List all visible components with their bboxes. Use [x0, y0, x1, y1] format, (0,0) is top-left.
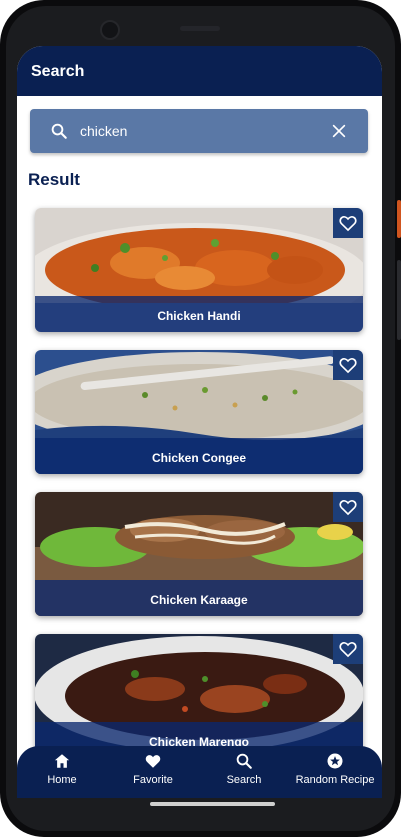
- search-icon: [51, 123, 67, 139]
- close-icon[interactable]: [331, 123, 347, 139]
- system-home-indicator[interactable]: [150, 802, 275, 806]
- star-circle-icon: [327, 753, 343, 769]
- power-button[interactable]: [397, 200, 401, 238]
- recipe-title: Chicken Karaage: [150, 593, 248, 607]
- app-bar: Search: [17, 46, 382, 96]
- search-icon: [236, 753, 252, 769]
- nav-label: Favorite: [133, 774, 173, 786]
- search-input[interactable]: chicken: [80, 123, 127, 139]
- recipe-title: Chicken Handi: [157, 309, 241, 323]
- search-field[interactable]: chicken: [30, 109, 368, 153]
- app-screen: Search chicken Result Chicken Handi Chic…: [17, 46, 382, 798]
- recipe-card[interactable]: Chicken Karaage: [35, 492, 363, 616]
- heart-outline-icon: [339, 216, 357, 232]
- favorite-button[interactable]: [333, 634, 363, 664]
- favorite-button[interactable]: [333, 492, 363, 522]
- nav-item-random-recipe[interactable]: Random Recipe: [290, 752, 380, 786]
- recipe-card[interactable]: Chicken Congee: [35, 350, 363, 474]
- recipe-title: Chicken Congee: [151, 451, 247, 465]
- recipe-card[interactable]: Chicken Marengo: [35, 634, 363, 758]
- favorite-button[interactable]: [333, 350, 363, 380]
- earpiece-speaker: [180, 26, 220, 31]
- phone-frame: Search chicken Result Chicken Handi Chic…: [0, 0, 401, 837]
- volume-button[interactable]: [397, 260, 401, 340]
- favorite-button[interactable]: [333, 208, 363, 238]
- nav-label: Search: [226, 774, 262, 786]
- heart-outline-icon: [339, 358, 357, 374]
- nav-item-home[interactable]: Home: [17, 752, 107, 786]
- heart-icon: [145, 755, 161, 768]
- nav-label: Random Recipe: [295, 774, 375, 786]
- page-title: Search: [31, 63, 85, 80]
- home-icon: [54, 754, 70, 768]
- heart-outline-icon: [339, 642, 357, 658]
- nav-item-search[interactable]: Search: [199, 752, 289, 786]
- recipe-card[interactable]: Chicken Handi: [35, 208, 363, 332]
- nav-item-favorite[interactable]: Favorite: [108, 752, 198, 786]
- nav-label: Home: [47, 774, 77, 786]
- front-camera: [100, 20, 120, 40]
- bottom-navigation: Home Favorite Search Random Recipe: [17, 746, 382, 798]
- results-heading: Result: [28, 170, 80, 189]
- heart-outline-icon: [339, 500, 357, 516]
